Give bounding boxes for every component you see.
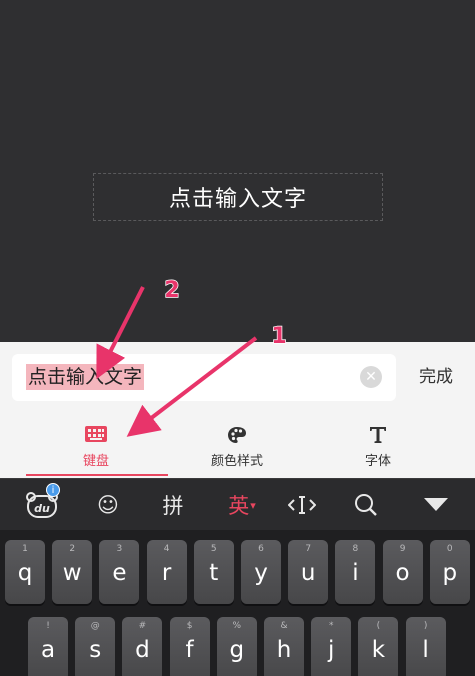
key-label: g — [229, 637, 245, 663]
tab-font-label: 字体 — [364, 454, 391, 469]
text-input[interactable]: 点击输入文字 ✕ — [12, 354, 396, 401]
key-label: i — [352, 560, 359, 586]
key-label: p — [442, 560, 458, 586]
key-secondary-label: $ — [186, 621, 193, 631]
key-label: k — [371, 637, 386, 663]
key-l[interactable]: ) l — [405, 617, 446, 676]
key-label: d — [135, 637, 150, 663]
key-label: s — [89, 637, 102, 663]
tab-font[interactable]: 字体 — [308, 418, 448, 478]
key-k[interactable]: (k — [358, 617, 399, 676]
collapse-keyboard-icon[interactable] — [416, 479, 456, 531]
emoji-icon[interactable]: ☺ — [88, 479, 128, 531]
english-mode-label: 英 — [228, 494, 250, 518]
search-icon[interactable] — [346, 479, 386, 531]
key-label: u — [300, 560, 316, 586]
key-f[interactable]: $ f — [169, 617, 210, 676]
active-tab-indicator — [26, 474, 168, 476]
key-s[interactable]: @ s — [75, 617, 116, 676]
key-secondary-label: 9 — [399, 544, 406, 554]
key-label: f — [185, 637, 194, 663]
key-label: e — [112, 560, 127, 586]
key-j[interactable]: * j — [311, 617, 352, 676]
key-label: w — [62, 560, 82, 586]
font-icon — [369, 426, 387, 448]
key-p[interactable]: 0p — [429, 540, 470, 604]
key-secondary-label: 6 — [258, 544, 264, 554]
key-a[interactable]: ! a — [28, 617, 68, 676]
editing-canvas: 点击输入文字 — [0, 0, 475, 342]
key-secondary-label: 2 — [69, 544, 76, 554]
palette-icon — [227, 426, 247, 448]
key-secondary-label: ( — [376, 621, 381, 631]
text-edit-panel: 点击输入文字 ✕ 完成 键盘 颜色样式 字体 — [0, 342, 475, 478]
tab-color-style-label: 颜色样式 — [210, 454, 263, 469]
key-secondary-label: 5 — [210, 544, 217, 554]
key-e[interactable]: 3e — [99, 540, 140, 604]
key-secondary-label: @ — [90, 621, 100, 631]
done-button[interactable]: 完成 — [405, 354, 467, 401]
key-label: t — [209, 560, 219, 586]
key-w[interactable]: 2w — [52, 540, 93, 604]
notification-badge: i — [46, 483, 60, 497]
text-input-value: 点击输入文字 — [26, 364, 145, 390]
key-secondary-label: % — [232, 621, 242, 631]
tab-color-style[interactable]: 颜色样式 — [167, 418, 307, 478]
key-label: q — [17, 560, 33, 586]
key-secondary-label: & — [280, 621, 288, 631]
key-label: j — [327, 637, 335, 663]
clear-icon[interactable]: ✕ — [360, 366, 382, 388]
tab-keyboard[interactable]: 键盘 — [26, 418, 166, 478]
key-label: o — [395, 560, 410, 586]
key-g[interactable]: % g — [216, 617, 257, 676]
key-secondary-label: 1 — [22, 544, 28, 554]
key-label: h — [276, 637, 292, 663]
key-secondary-label: 7 — [305, 544, 312, 554]
english-mode-button[interactable]: 英 ▾ — [218, 479, 266, 531]
cursor-move-icon[interactable] — [282, 479, 322, 531]
key-secondary-label: ! — [46, 621, 50, 631]
key-u[interactable]: 7u — [288, 540, 329, 604]
key-h[interactable]: & h — [264, 617, 304, 676]
key-i[interactable]: 8i — [335, 540, 376, 604]
key-r[interactable]: 4r — [146, 540, 187, 604]
key-secondary-label: ) — [423, 621, 428, 631]
key-o[interactable]: 9o — [382, 540, 423, 604]
key-secondary-label: 8 — [352, 544, 359, 554]
keyboard-icon — [85, 426, 107, 446]
chevron-down-icon: ▾ — [250, 498, 256, 512]
key-label: r — [161, 560, 172, 586]
keyboard-toolbar: du i ☺ 拼 英 ▾ — [0, 478, 475, 530]
key-secondary-label: # — [138, 621, 147, 631]
key-secondary-label: 0 — [446, 544, 453, 554]
key-secondary-label: 4 — [163, 544, 170, 554]
key-label: y — [254, 560, 268, 586]
text-placeholder-box[interactable]: 点击输入文字 — [93, 173, 383, 221]
style-tabs: 键盘 颜色样式 字体 — [0, 418, 475, 478]
du-logo-text: du — [34, 502, 50, 515]
key-d[interactable]: # d — [122, 617, 163, 676]
key-secondary-label: 3 — [116, 544, 123, 554]
pinyin-mode-button[interactable]: 拼 — [153, 479, 193, 531]
key-q[interactable]: 1q — [5, 540, 45, 604]
key-label: a — [40, 637, 56, 663]
tab-keyboard-label: 键盘 — [82, 454, 109, 469]
key-t[interactable]: 5t — [193, 540, 234, 604]
keyboard-keys: 1 q 2 w 3 e 4 r 5 t 6 y 7 u 8 i 9 o 0 p! a @ s # d $ f% g & h * j(k) l — [0, 530, 475, 676]
key-y[interactable]: 6y — [241, 540, 281, 604]
key-label: l — [422, 637, 429, 663]
key-secondary-label: * — [328, 621, 334, 631]
